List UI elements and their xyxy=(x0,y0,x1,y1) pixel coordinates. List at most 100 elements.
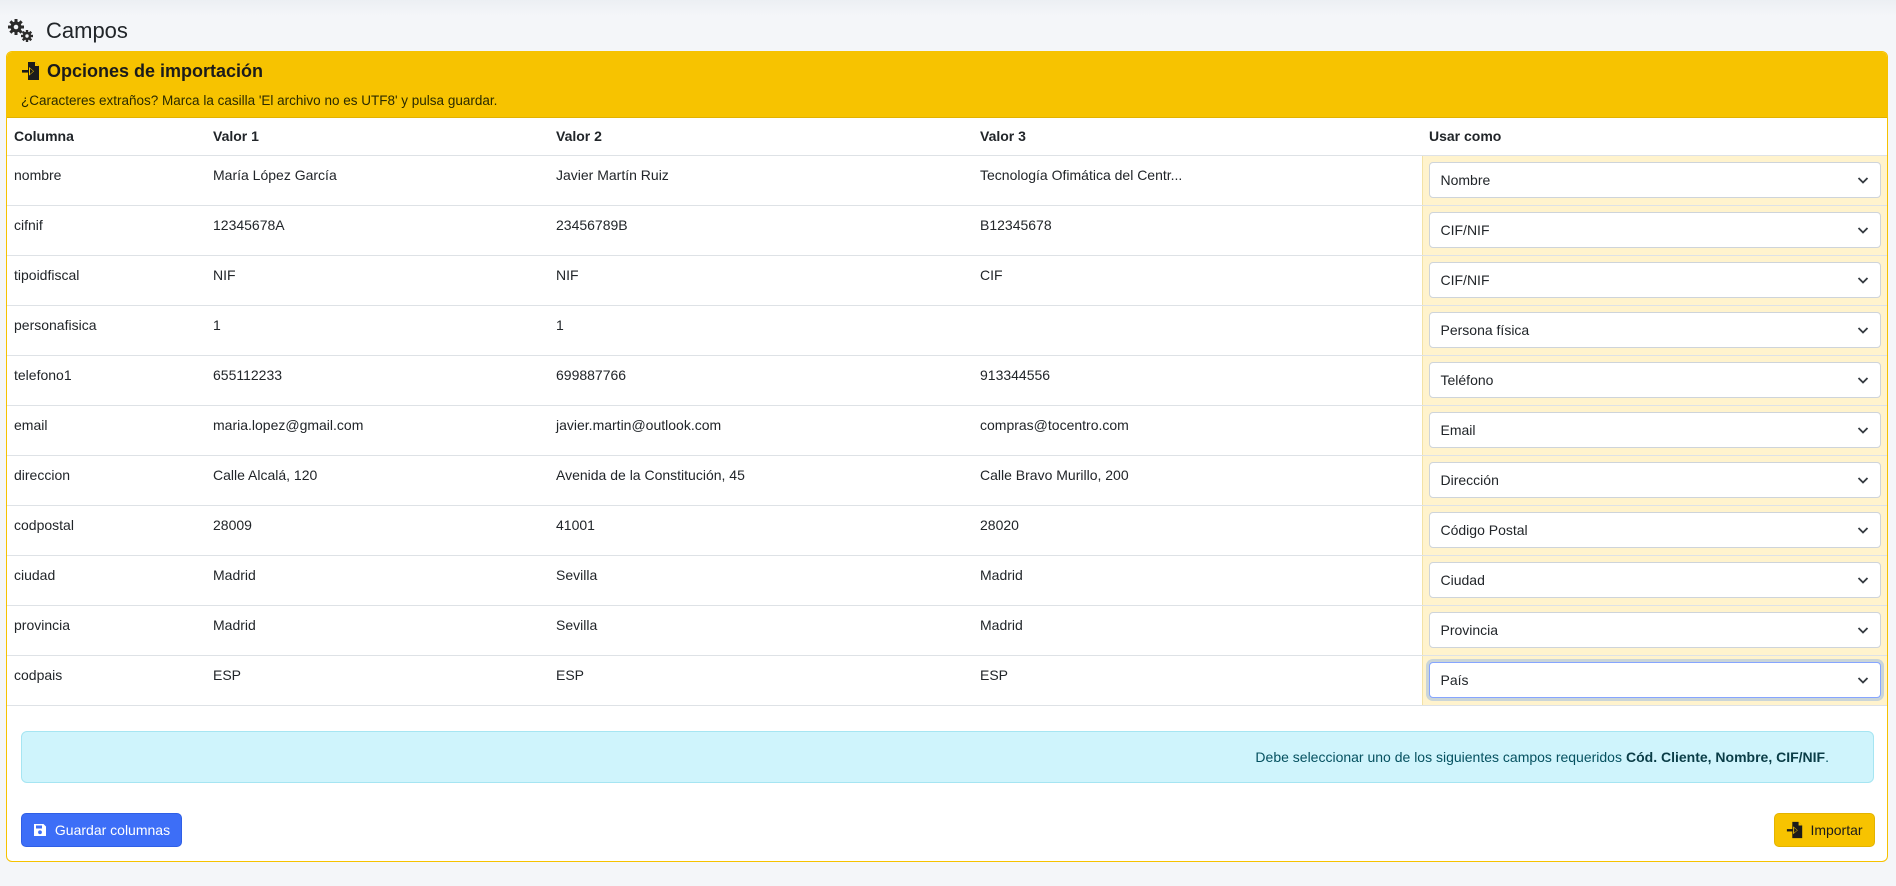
table-row: direccion Calle Alcalá, 120 Avenida de l… xyxy=(7,455,1887,506)
top-bar xyxy=(0,0,1896,16)
chevron-down-icon xyxy=(1857,526,1869,534)
import-button[interactable]: Importar xyxy=(1774,813,1875,847)
cell-valor-3: Tecnología Ofimática del Centr... xyxy=(973,155,1422,206)
gears-icon xyxy=(8,19,33,42)
cell-valor-1: NIF xyxy=(206,255,549,306)
usar-como-select[interactable]: Ciudad xyxy=(1428,561,1881,598)
chevron-down-icon xyxy=(1857,676,1869,684)
save-columns-label: Guardar columnas xyxy=(54,822,171,838)
cell-valor-1: ESP xyxy=(206,655,549,706)
cell-usar-como: Teléfono xyxy=(1421,355,1887,406)
file-import-icon xyxy=(22,62,39,80)
cell-valor-1: 12345678A xyxy=(206,205,549,256)
cell-usar-como: Nombre xyxy=(1421,155,1887,206)
chevron-down-icon xyxy=(1857,426,1869,434)
usar-como-select[interactable]: Nombre xyxy=(1428,161,1881,198)
usar-como-value: CIF/NIF xyxy=(1440,271,1490,288)
table-row: cifnif 12345678A 23456789B B12345678 CIF… xyxy=(7,205,1887,256)
cell-valor-1: Madrid xyxy=(206,605,549,656)
file-import-icon xyxy=(1787,821,1803,839)
usar-como-select[interactable]: Provincia xyxy=(1428,611,1881,648)
cell-valor-3: ESP xyxy=(973,655,1422,706)
cell-usar-como: País xyxy=(1421,655,1887,706)
table-row: codpostal 28009 41001 28020 Código Posta… xyxy=(7,505,1887,556)
required-fields-alert: Debe seleccionar uno de los siguientes c… xyxy=(21,731,1874,783)
alert-required-fields: Cód. Cliente, Nombre, CIF/NIF xyxy=(1625,749,1826,765)
usar-como-value: Ciudad xyxy=(1440,571,1485,588)
chevron-down-icon xyxy=(1857,276,1869,284)
cell-usar-como: CIF/NIF xyxy=(1421,205,1887,256)
usar-como-value: Nombre xyxy=(1440,171,1491,188)
cell-valor-2: ESP xyxy=(549,655,973,706)
cell-valor-1: 28009 xyxy=(206,505,549,556)
alert-text: Debe seleccionar uno de los siguientes c… xyxy=(1255,749,1622,765)
cell-columna: ciudad xyxy=(7,555,206,606)
table-row: email maria.lopez@gmail.com javier.marti… xyxy=(7,405,1887,456)
page-heading: Campos xyxy=(6,16,128,46)
cell-usar-como: Persona física xyxy=(1421,305,1887,356)
chevron-down-icon xyxy=(1857,226,1869,234)
card-subtitle: ¿Caracteres extraños? Marca la casilla '… xyxy=(21,93,498,108)
cell-columna: telefono1 xyxy=(7,355,206,406)
cell-valor-2: Sevilla xyxy=(549,555,973,606)
cell-valor-2: 23456789B xyxy=(549,205,973,256)
cell-valor-3: 28020 xyxy=(973,505,1422,556)
cell-columna: personafisica xyxy=(7,305,206,356)
cell-columna: cifnif xyxy=(7,205,206,256)
table-row: tipoidfiscal NIF NIF CIF CIF/NIF xyxy=(7,255,1887,306)
cell-valor-1: 1 xyxy=(206,305,549,356)
usar-como-select[interactable]: País xyxy=(1428,661,1881,698)
cell-valor-1: 655112233 xyxy=(206,355,549,406)
cell-valor-3: B12345678 xyxy=(973,205,1422,256)
usar-como-value: Email xyxy=(1440,421,1476,438)
cell-usar-como: CIF/NIF xyxy=(1421,255,1887,306)
cell-usar-como: Email xyxy=(1421,405,1887,456)
header-valor-3: Valor 3 xyxy=(973,118,1422,156)
cell-columna: provincia xyxy=(7,605,206,656)
chevron-down-icon xyxy=(1857,626,1869,634)
table-header-row: Columna Valor 1 Valor 2 Valor 3 Usar com… xyxy=(7,118,1887,156)
cell-valor-2: 1 xyxy=(549,305,973,356)
cell-valor-2: Sevilla xyxy=(549,605,973,656)
import-columns-table: Columna Valor 1 Valor 2 Valor 3 Usar com… xyxy=(7,118,1887,706)
cell-usar-como: Provincia xyxy=(1421,605,1887,656)
chevron-down-icon xyxy=(1857,476,1869,484)
table-row: telefono1 655112233 699887766 913344556 … xyxy=(7,355,1887,406)
usar-como-select[interactable]: Dirección xyxy=(1428,461,1881,498)
cell-columna: codpais xyxy=(7,655,206,706)
chevron-down-icon xyxy=(1857,326,1869,334)
cell-columna: nombre xyxy=(7,155,206,206)
usar-como-value: Persona física xyxy=(1440,321,1530,338)
card-header: Opciones de importación ¿Caracteres extr… xyxy=(7,52,1887,118)
card-title: Opciones de importación xyxy=(47,60,264,81)
floppy-disk-icon xyxy=(33,824,46,836)
alert-end: . xyxy=(1825,749,1829,765)
chevron-down-icon xyxy=(1857,376,1869,384)
cell-valor-1: Calle Alcalá, 120 xyxy=(206,455,549,506)
import-options-card: Opciones de importación ¿Caracteres extr… xyxy=(6,51,1888,862)
cell-usar-como: Ciudad xyxy=(1421,555,1887,606)
header-valor-1: Valor 1 xyxy=(206,118,549,156)
chevron-down-icon xyxy=(1857,576,1869,584)
usar-como-select[interactable]: Teléfono xyxy=(1428,361,1881,398)
table-row: personafisica 1 1 Persona física xyxy=(7,305,1887,356)
import-label: Importar xyxy=(1810,822,1863,838)
save-columns-button[interactable]: Guardar columnas xyxy=(21,813,182,847)
cell-valor-2: javier.martin@outlook.com xyxy=(549,405,973,456)
usar-como-select[interactable]: Email xyxy=(1428,411,1881,448)
usar-como-select[interactable]: CIF/NIF xyxy=(1428,261,1881,298)
cell-valor-2: 41001 xyxy=(549,505,973,556)
cell-valor-3: CIF xyxy=(973,255,1422,306)
usar-como-select[interactable]: Persona física xyxy=(1428,311,1881,348)
cell-valor-2: NIF xyxy=(549,255,973,306)
cell-valor-1: María López García xyxy=(206,155,549,206)
cell-valor-1: Madrid xyxy=(206,555,549,606)
usar-como-select[interactable]: Código Postal xyxy=(1428,511,1881,548)
chevron-down-icon xyxy=(1857,176,1869,184)
cell-valor-2: 699887766 xyxy=(549,355,973,406)
cell-usar-como: Código Postal xyxy=(1421,505,1887,556)
usar-como-select[interactable]: CIF/NIF xyxy=(1428,211,1881,248)
table-row: provincia Madrid Sevilla Madrid Provinci… xyxy=(7,605,1887,656)
cell-valor-3: Madrid xyxy=(973,605,1422,656)
table-row: codpais ESP ESP ESP País xyxy=(7,655,1887,706)
